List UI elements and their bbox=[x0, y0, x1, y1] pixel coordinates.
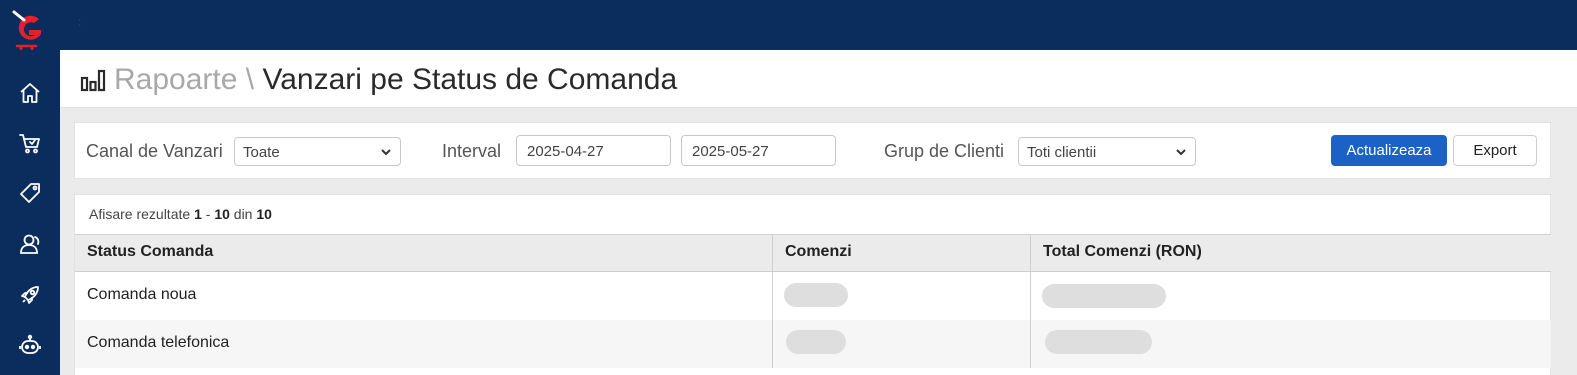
sidebar-item-customers[interactable] bbox=[0, 222, 60, 266]
results-panel: Afisare rezultate 1 - 10 din 10 Status C… bbox=[74, 194, 1551, 375]
sidebar-item-marketing[interactable] bbox=[0, 273, 60, 317]
customers-icon bbox=[20, 234, 40, 254]
interval-label: Interval bbox=[442, 141, 502, 161]
channel-select[interactable]: Toate bbox=[234, 137, 401, 166]
status-cell: Comanda telefonica bbox=[75, 320, 773, 368]
loading-placeholder bbox=[784, 283, 848, 307]
results-dash: - bbox=[201, 206, 215, 222]
top-bar: ⁚ bbox=[60, 0, 1577, 50]
home-icon bbox=[20, 83, 40, 103]
column-header-orders[interactable]: Comenzi bbox=[773, 235, 1031, 271]
loading-placeholder bbox=[1045, 330, 1152, 354]
filter-bar: Canal de Vanzari Toate Interval 2025-04-… bbox=[74, 122, 1551, 179]
results-summary: Afisare rezultate 1 - 10 din 10 bbox=[89, 206, 272, 222]
topbar-handle-icon: ⁚ bbox=[78, 18, 82, 29]
sidebar-item-home[interactable] bbox=[0, 71, 60, 115]
page-title: Rapoarte \ Vanzari pe Status de Comanda bbox=[114, 62, 677, 98]
chevron-down-icon bbox=[1176, 149, 1186, 156]
table-header: Status Comanda Comenzi Total Comenzi (RO… bbox=[75, 234, 1551, 272]
customer-group-select-value: Toti clientii bbox=[1027, 144, 1097, 161]
loading-placeholder bbox=[1042, 284, 1166, 308]
orders-cell bbox=[773, 272, 1031, 320]
cart-icon bbox=[19, 134, 40, 154]
sidebar-item-orders[interactable] bbox=[0, 121, 60, 165]
results-total: 10 bbox=[256, 206, 272, 222]
g-logo[interactable] bbox=[12, 10, 46, 50]
customer-group-select[interactable]: Toti clientii bbox=[1018, 137, 1196, 166]
sidebar-item-automation[interactable] bbox=[0, 324, 60, 368]
loading-placeholder bbox=[786, 330, 846, 354]
status-cell: Comanda noua bbox=[75, 272, 773, 320]
export-button[interactable]: Export bbox=[1453, 135, 1537, 166]
bar-chart-icon bbox=[80, 69, 106, 92]
chevron-down-icon bbox=[381, 149, 391, 156]
results-of: din bbox=[229, 206, 257, 222]
sidebar-item-products[interactable] bbox=[0, 171, 60, 215]
report-table: Status Comanda Comenzi Total Comenzi (RO… bbox=[75, 234, 1551, 368]
column-header-total[interactable]: Total Comenzi (RON) bbox=[1031, 235, 1551, 271]
robot-icon bbox=[19, 334, 41, 354]
total-cell bbox=[1031, 320, 1551, 368]
page-header: Rapoarte \ Vanzari pe Status de Comanda bbox=[60, 50, 1577, 108]
table-row: Comanda telefonica bbox=[75, 320, 1551, 368]
orders-cell bbox=[773, 320, 1031, 368]
channel-select-value: Toate bbox=[243, 144, 280, 161]
tag-icon bbox=[20, 183, 40, 203]
breadcrumb-separator: \ bbox=[237, 63, 263, 96]
sidebar bbox=[0, 0, 60, 375]
results-prefix: Afisare rezultate bbox=[89, 206, 191, 222]
channel-label: Canal de Vanzari bbox=[86, 141, 223, 161]
page-title-text: Vanzari pe Status de Comanda bbox=[262, 63, 678, 96]
update-button[interactable]: Actualizeaza bbox=[1331, 135, 1447, 166]
date-from-input[interactable]: 2025-04-27 bbox=[516, 135, 671, 166]
date-to-input[interactable]: 2025-05-27 bbox=[681, 135, 836, 166]
results-from: 1 bbox=[194, 206, 202, 222]
column-header-status[interactable]: Status Comanda bbox=[75, 235, 773, 271]
total-cell bbox=[1031, 272, 1551, 320]
customer-group-label: Grup de Clienti bbox=[884, 141, 1005, 161]
breadcrumb-rapoarte[interactable]: Rapoarte bbox=[114, 63, 237, 96]
results-to: 10 bbox=[214, 206, 230, 222]
rocket-icon bbox=[21, 286, 39, 304]
table-row: Comanda noua bbox=[75, 272, 1551, 320]
